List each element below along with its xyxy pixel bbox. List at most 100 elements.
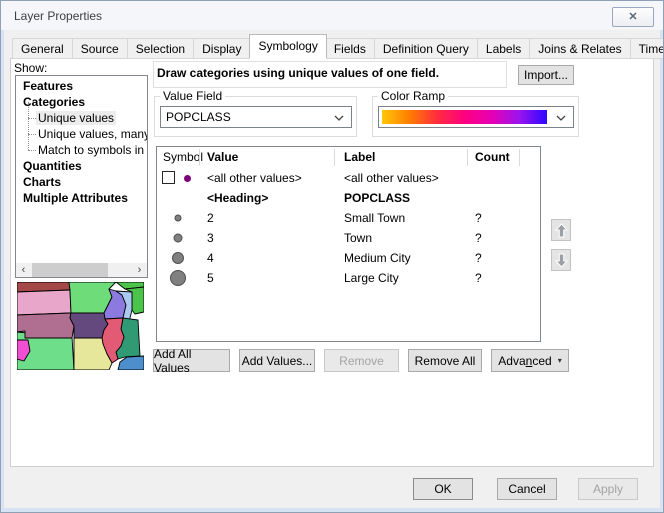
- table-row[interactable]: <Heading>POPCLASS: [157, 188, 540, 208]
- point-symbol-icon: [175, 215, 182, 222]
- show-list-item-label: Unique values, many: [38, 127, 147, 141]
- column-divider: [199, 149, 200, 166]
- show-list-item[interactable]: Quantities: [16, 158, 147, 174]
- import-button[interactable]: Import...: [518, 65, 574, 85]
- point-symbol-icon: [170, 270, 186, 286]
- tab-source[interactable]: Source: [73, 38, 128, 59]
- show-list-item[interactable]: Match to symbols in a: [16, 142, 147, 158]
- instruction-panel: Draw categories using unique values of o…: [153, 61, 507, 88]
- count-cell: ?: [475, 251, 482, 265]
- dialog-body: GeneralSourceSelectionDisplaySymbologyFi…: [4, 30, 660, 508]
- value-cell: 2: [207, 211, 214, 225]
- label-cell: <all other values>: [344, 171, 439, 185]
- table-row[interactable]: <all other values> <all other values>: [157, 168, 540, 188]
- show-list-item-label: Features: [23, 79, 73, 93]
- show-list-item-label: Unique values: [36, 111, 116, 125]
- show-list-item[interactable]: Multiple Attributes: [16, 190, 147, 206]
- value-field-group: Value Field POPCLASS: [154, 96, 357, 137]
- label-cell: Large City: [344, 271, 399, 285]
- count-cell: ?: [475, 271, 482, 285]
- label-cell: Small Town: [344, 211, 405, 225]
- column-header-symbol: Symbol: [163, 150, 203, 164]
- show-list-item[interactable]: Unique values: [16, 110, 147, 126]
- dropdown-arrow-icon: ▾: [558, 356, 562, 365]
- all-other-values-checkbox[interactable]: [162, 171, 175, 184]
- symbol-cell: [157, 188, 199, 208]
- table-row[interactable]: 5Large City?: [157, 268, 540, 288]
- value-cell: 4: [207, 251, 214, 265]
- title-bar: Layer Properties ✕: [1, 1, 663, 30]
- column-divider: [467, 149, 468, 166]
- cancel-button[interactable]: Cancel: [497, 478, 557, 500]
- arrow-down-icon: [555, 253, 568, 268]
- add-values-button[interactable]: Add Values...: [239, 349, 315, 372]
- show-list-item[interactable]: Unique values, many: [16, 126, 147, 142]
- show-list-item[interactable]: Categories: [16, 94, 147, 110]
- scroll-left-button[interactable]: ‹: [16, 263, 31, 277]
- show-tree: Features Categories Unique values Unique va…: [16, 78, 147, 262]
- tab-fields[interactable]: Fields: [326, 38, 375, 59]
- show-list: Features Categories Unique values Unique va…: [15, 75, 148, 278]
- arrow-up-icon: [555, 223, 568, 238]
- chevron-down-icon: [334, 115, 344, 121]
- table-row[interactable]: 2Small Town?: [157, 208, 540, 228]
- symbology-table: Symbol Value Label Count <all other valu…: [156, 146, 541, 342]
- remove-all-button[interactable]: Remove All: [408, 349, 482, 372]
- scroll-right-button[interactable]: ›: [132, 263, 147, 277]
- symbol-cell: [157, 208, 199, 228]
- value-cell: 3: [207, 231, 214, 245]
- color-ramp-group-label: Color Ramp: [378, 89, 448, 103]
- show-list-scrollbar[interactable]: ‹ ›: [16, 263, 147, 277]
- table-row[interactable]: 4 Medium City?: [157, 248, 540, 268]
- tab-joins-relates[interactable]: Joins & Relates: [530, 38, 630, 59]
- close-button[interactable]: ✕: [612, 7, 654, 27]
- label-cell: Medium City: [344, 251, 411, 265]
- symbol-cell: [157, 228, 199, 248]
- show-list-item-label: Multiple Attributes: [23, 191, 128, 205]
- symbol-cell: [157, 268, 199, 288]
- show-list-item[interactable]: Charts: [16, 174, 147, 190]
- tab-symbology[interactable]: Symbology: [249, 34, 326, 59]
- label-cell: POPCLASS: [344, 191, 410, 205]
- column-header-value: Value: [207, 150, 238, 164]
- ok-button[interactable]: OK: [413, 478, 473, 500]
- tab-general[interactable]: General: [12, 38, 73, 59]
- symbol-cell: [157, 248, 199, 268]
- tab-definition-query[interactable]: Definition Query: [375, 38, 478, 59]
- symbol-cell: [157, 168, 199, 188]
- show-list-item-label: Categories: [23, 95, 85, 109]
- advanced-button[interactable]: Advanced ▾: [491, 349, 569, 372]
- value-cell: <all other values>: [207, 171, 302, 185]
- move-down-button[interactable]: [551, 249, 571, 271]
- label-cell: Town: [344, 231, 372, 245]
- column-header-label: Label: [344, 150, 375, 164]
- tab-labels[interactable]: Labels: [478, 38, 530, 59]
- point-symbol-icon: [174, 234, 183, 243]
- close-icon: ✕: [628, 12, 637, 23]
- show-list-item-label: Match to symbols in a: [38, 143, 147, 157]
- tab-selection[interactable]: Selection: [128, 38, 194, 59]
- add-all-values-button[interactable]: Add All Values: [153, 349, 230, 372]
- advanced-button-label: Advanced: [498, 354, 551, 368]
- chevron-down-icon: [556, 115, 566, 121]
- color-ramp-group: Color Ramp: [372, 96, 579, 137]
- value-field-select[interactable]: POPCLASS: [160, 106, 352, 128]
- symbology-rows: <all other values> <all other values> <Hea…: [157, 168, 540, 288]
- show-label: Show:: [14, 61, 47, 75]
- table-row[interactable]: 3Town?: [157, 228, 540, 248]
- column-header-count: Count: [475, 150, 510, 164]
- value-field-value: POPCLASS: [166, 110, 231, 124]
- scroll-left-icon: ‹: [22, 265, 26, 276]
- window-title: Layer Properties: [14, 9, 102, 23]
- tab-display[interactable]: Display: [194, 38, 250, 59]
- tab-bar: GeneralSourceSelectionDisplaySymbologyFi…: [12, 36, 664, 59]
- map-preview: [17, 282, 144, 370]
- color-ramp-preview: [382, 110, 547, 124]
- table-header: Symbol Value Label Count: [157, 147, 540, 168]
- tab-time[interactable]: Time: [631, 38, 664, 59]
- scrollbar-thumb[interactable]: [32, 263, 108, 277]
- point-symbol-icon: [172, 252, 184, 264]
- show-list-item[interactable]: Features: [16, 78, 147, 94]
- move-up-button[interactable]: [551, 219, 571, 241]
- color-ramp-select[interactable]: [378, 106, 574, 128]
